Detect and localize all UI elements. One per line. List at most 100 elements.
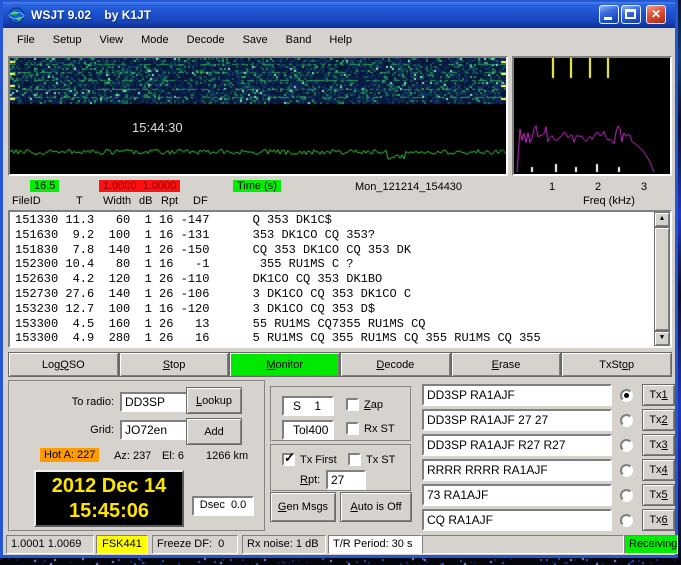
scroll-down-button[interactable] xyxy=(654,331,670,346)
status-mode: FSK441 xyxy=(96,535,148,554)
menu-help[interactable]: Help xyxy=(320,31,361,49)
zap-checkbox-box[interactable] xyxy=(346,398,359,411)
background-window-strip xyxy=(0,558,681,565)
decode-row: 152630 4.2 120 1 26 -110 DK1CO CQ 353 DK… xyxy=(15,272,670,287)
rpt-label: Rpt: xyxy=(300,474,320,486)
monitor-button[interactable]: Monitor xyxy=(229,352,340,377)
minimize-button[interactable] xyxy=(599,5,619,24)
tx-first-checkbox-box[interactable] xyxy=(282,453,295,466)
txstop-button[interactable]: TxStop xyxy=(561,352,672,377)
rx-st-checkbox-box[interactable] xyxy=(346,422,359,435)
status-state: Receiving xyxy=(624,535,678,554)
spectrum-panel xyxy=(512,56,672,176)
rate-calibration-alert: 1.0000 1.0000 xyxy=(99,180,180,192)
tx1-radio[interactable] xyxy=(620,389,633,402)
to-radio-label: To radio: xyxy=(30,396,114,408)
tx6-radio[interactable] xyxy=(620,514,633,527)
zap-checkbox[interactable]: Zap xyxy=(346,398,383,411)
tx4-message-input[interactable] xyxy=(422,459,612,481)
tx-params-group: Tx First Tx ST Rpt: xyxy=(270,444,412,492)
tx6-message-input[interactable] xyxy=(422,509,612,531)
close-icon xyxy=(647,6,665,23)
freq-tick-1: 1 xyxy=(549,181,555,193)
tx-first-checkbox[interactable]: Tx First xyxy=(282,453,337,466)
hot-a-badge: Hot A: 227 xyxy=(40,448,99,462)
tx1-button[interactable]: Tx1 xyxy=(642,384,675,406)
maximize-icon xyxy=(625,9,636,19)
tx4-button[interactable]: Tx4 xyxy=(642,459,675,481)
tx3-button[interactable]: Tx3 xyxy=(642,434,675,456)
menu-view[interactable]: View xyxy=(90,31,132,49)
tx5-button[interactable]: Tx5 xyxy=(642,484,675,506)
col-t: T xyxy=(76,195,83,207)
menu-decode[interactable]: Decode xyxy=(178,31,234,49)
arrow-up-icon xyxy=(660,212,664,227)
tx-st-checkbox[interactable]: Tx ST xyxy=(348,453,395,466)
erase-button[interactable]: Erase xyxy=(451,352,562,377)
sync-box[interactable]: S1 xyxy=(282,396,334,416)
time-axis-label: Time (s) xyxy=(233,180,281,192)
menu-mode[interactable]: Mode xyxy=(132,31,178,49)
tx5-radio[interactable] xyxy=(620,489,633,502)
grid-label: Grid: xyxy=(30,424,114,436)
tx3-radio[interactable] xyxy=(620,439,633,452)
status-freeze-df: Freeze DF: 0 xyxy=(152,535,238,554)
decode-params-group: S1 Zap Tol400 Rx ST xyxy=(270,386,412,442)
decode-text-area[interactable]: 151330 11.3 60 1 16 -147 Q 353 DK1C$ 151… xyxy=(8,210,672,348)
tx-st-checkbox-box[interactable] xyxy=(348,453,361,466)
waterfall-canvas[interactable] xyxy=(10,58,506,174)
close-button[interactable] xyxy=(646,5,666,24)
dsec-readout: Dsec 0.0 xyxy=(192,496,254,516)
action-button-row: Log QSO Stop Monitor Decode Erase TxStop xyxy=(8,352,672,377)
menu-band[interactable]: Band xyxy=(277,31,321,49)
rx-st-checkbox[interactable]: Rx ST xyxy=(346,422,395,435)
elevation-value: El: 6 xyxy=(162,450,184,462)
tx2-radio[interactable] xyxy=(620,414,633,427)
freq-axis-label: Freq (kHz) xyxy=(583,195,635,207)
tx5-message-input[interactable] xyxy=(422,484,612,506)
maximize-button[interactable] xyxy=(621,5,641,24)
clock-date: 2012 Dec 14 xyxy=(36,474,182,499)
decode-row: 152730 27.6 140 1 26 -106 3 DK1CO CQ 353… xyxy=(15,287,670,302)
rpt-input[interactable] xyxy=(326,470,366,490)
decode-row: 153300 4.5 160 1 26 13 55 RU1MS CQ7355 R… xyxy=(15,317,670,332)
stop-button[interactable]: Stop xyxy=(119,352,230,377)
tx1-message-input[interactable] xyxy=(422,384,612,406)
auto-toggle-button[interactable]: Auto is Off xyxy=(340,492,412,522)
tx6-button[interactable]: Tx6 xyxy=(642,509,675,531)
menu-save[interactable]: Save xyxy=(234,31,277,49)
menu-file[interactable]: File xyxy=(8,31,44,49)
lookup-button[interactable]: Lookup xyxy=(186,387,242,414)
arrow-down-icon xyxy=(660,331,664,346)
menu-setup[interactable]: Setup xyxy=(44,31,91,49)
add-button[interactable]: Add xyxy=(186,418,242,445)
status-rx-noise: Rx noise: 1 dB xyxy=(242,535,326,554)
freq-tick-2: 2 xyxy=(595,181,601,193)
waterfall-clock-overlay: 15:44:30 xyxy=(132,120,183,135)
minimize-icon xyxy=(604,17,612,20)
globe-icon xyxy=(8,7,25,24)
tx3-message-input[interactable] xyxy=(422,434,612,456)
freq-tick-3: 3 xyxy=(641,181,647,193)
titlebar[interactable]: WSJT 9.02 by K1JT xyxy=(3,2,675,28)
gen-msgs-button[interactable]: Gen Msgs xyxy=(270,492,336,522)
tx2-message-input[interactable] xyxy=(422,409,612,431)
decode-scrollbar[interactable] xyxy=(654,212,670,346)
distance-value: 1266 km xyxy=(206,450,248,462)
window-title: WSJT 9.02 by K1JT xyxy=(31,8,151,22)
decode-row: 153230 12.7 100 1 16 -120 3 DK1CO CQ 353… xyxy=(15,302,670,317)
status-spacer xyxy=(422,535,624,554)
scrollbar-thumb[interactable] xyxy=(654,227,670,331)
station-group: To radio: Lookup Grid: Add Hot A: 227 Az… xyxy=(8,380,266,532)
col-db: dB xyxy=(139,195,152,207)
recording-file-name: Mon_121214_154430 xyxy=(355,181,462,193)
waterfall-panel[interactable]: 15:44:30 xyxy=(8,56,508,176)
decode-button[interactable]: Decode xyxy=(340,352,451,377)
col-df: DF xyxy=(193,195,208,207)
tx2-button[interactable]: Tx2 xyxy=(642,409,675,431)
scroll-up-button[interactable] xyxy=(654,212,670,227)
azimuth-value: Az: 237 xyxy=(114,450,151,462)
tol-box[interactable]: Tol400 xyxy=(282,420,334,440)
tx4-radio[interactable] xyxy=(620,464,633,477)
log-qso-button[interactable]: Log QSO xyxy=(8,352,119,377)
